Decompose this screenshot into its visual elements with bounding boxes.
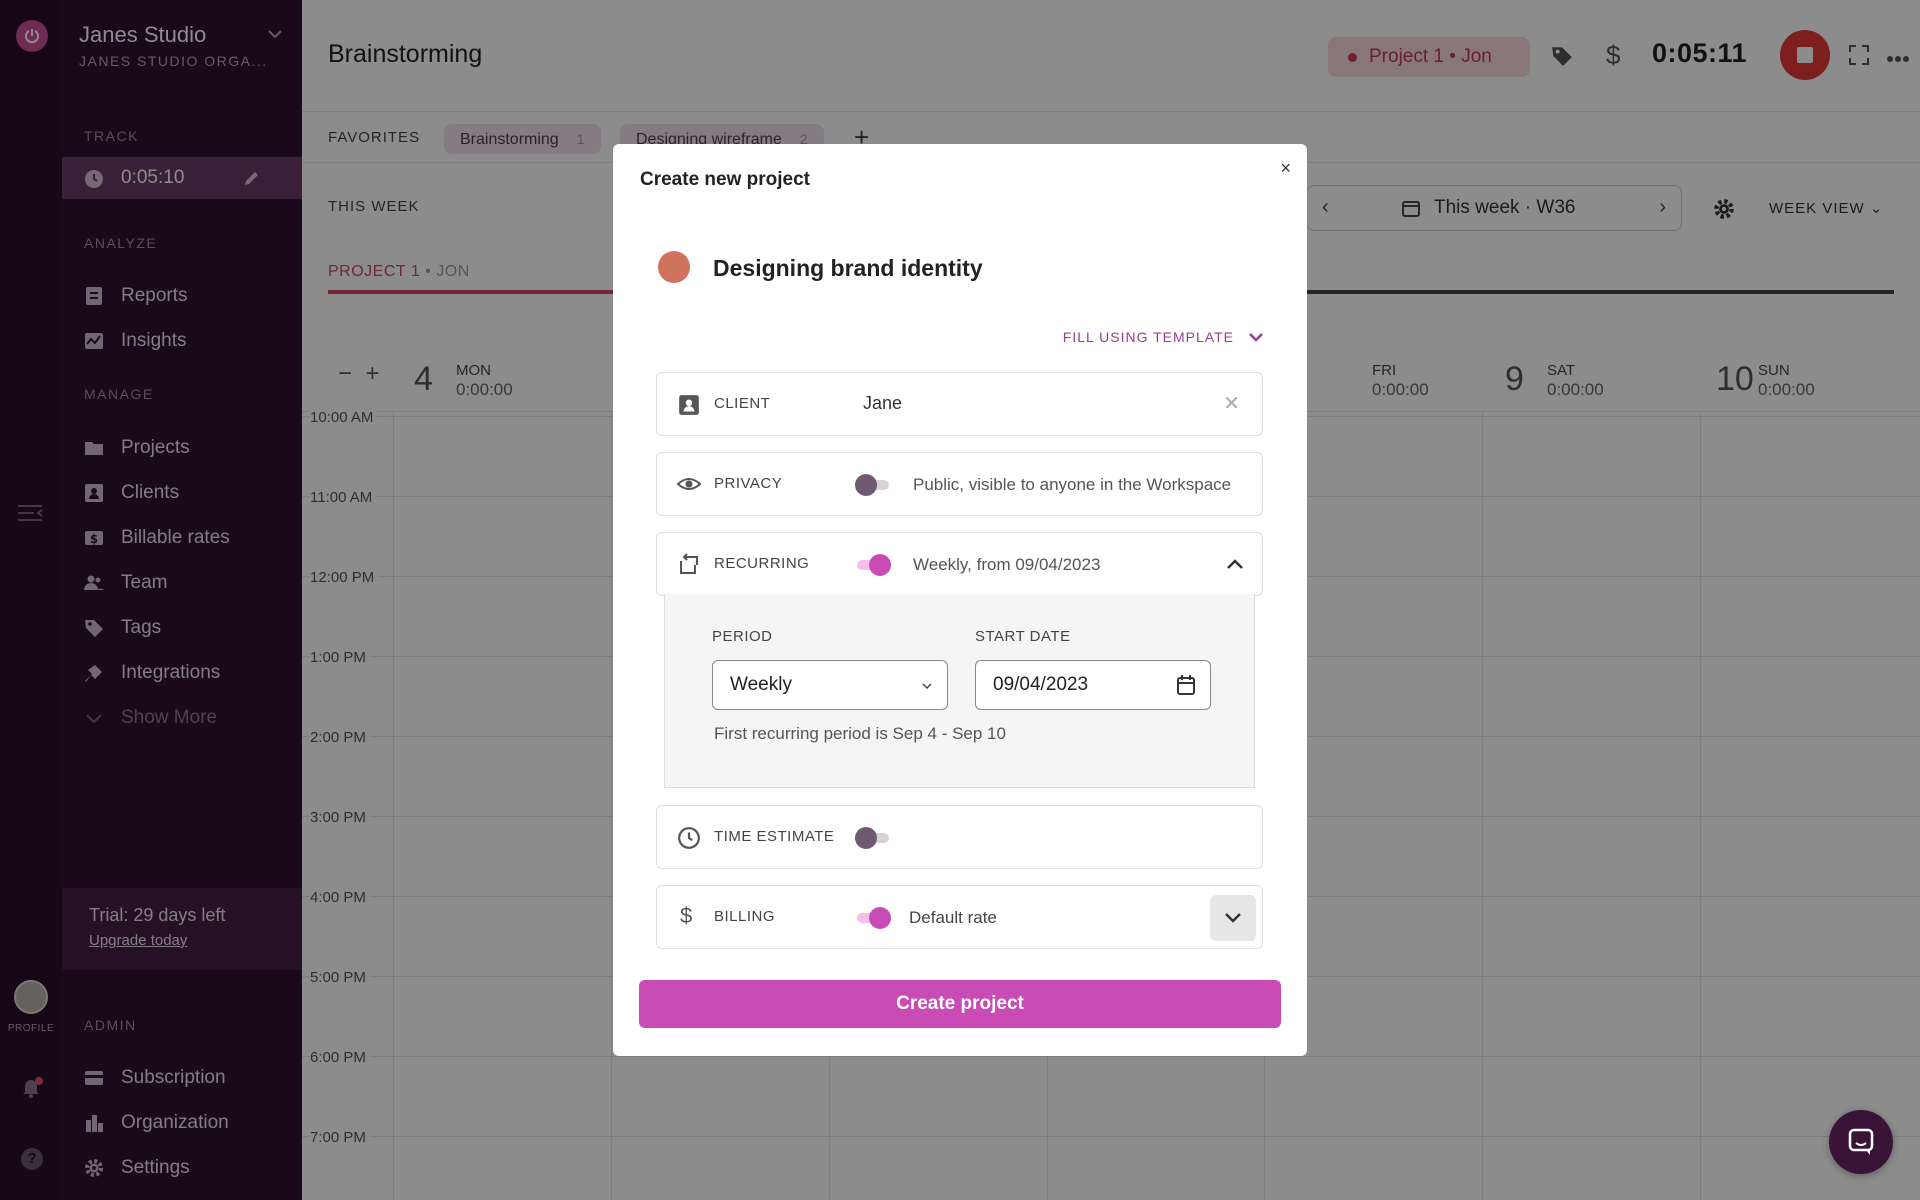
recurring-field[interactable]: RECURRING Weekly, from 09/04/2023 — [656, 532, 1263, 596]
repeat-icon — [677, 553, 701, 582]
time-estimate-toggle[interactable] — [855, 827, 891, 849]
calendar-icon[interactable] — [1176, 674, 1196, 701]
start-date-value: 09/04/2023 — [993, 674, 1089, 695]
eye-icon — [676, 473, 702, 500]
modal-title: Create new project — [640, 169, 810, 190]
recurring-text: Weekly, from 09/04/2023 — [913, 555, 1101, 574]
client-icon — [677, 393, 701, 422]
chevron-up-icon[interactable] — [1226, 557, 1244, 575]
client-label: CLIENT — [714, 395, 771, 412]
client-value: Jane — [863, 393, 903, 413]
period-select[interactable]: Weekly — [712, 660, 948, 710]
time-estimate-field: TIME ESTIMATE — [656, 805, 1263, 869]
period-value: Weekly — [730, 674, 792, 695]
client-field[interactable]: CLIENT Jane ✕ — [656, 372, 1263, 436]
chat-support-button[interactable] — [1829, 1110, 1893, 1174]
start-date-input[interactable]: 09/04/2023 — [975, 660, 1211, 710]
chevron-down-icon — [921, 677, 933, 695]
recurring-options-panel: PERIOD START DATE Weekly 09/04/2023 Firs… — [664, 594, 1255, 788]
create-project-modal: Create new project × Designing brand ide… — [613, 144, 1307, 1056]
close-icon[interactable]: × — [1280, 158, 1291, 179]
time-estimate-label: TIME ESTIMATE — [714, 828, 835, 845]
create-project-button[interactable]: Create project — [639, 980, 1281, 1028]
billing-label: BILLING — [714, 908, 776, 925]
billing-field: $ BILLING Default rate — [656, 885, 1263, 949]
project-name-input[interactable]: Designing brand identity — [713, 255, 983, 282]
chevron-down-icon — [1248, 329, 1264, 345]
period-label: PERIOD — [712, 628, 773, 645]
billing-text: Default rate — [909, 908, 997, 927]
fill-template-dropdown[interactable]: FILL USING TEMPLATE — [1063, 329, 1264, 345]
recurring-toggle[interactable] — [855, 554, 891, 576]
privacy-text: Public, visible to anyone in the Workspa… — [913, 475, 1232, 494]
privacy-label: PRIVACY — [714, 475, 783, 492]
billing-expand-button[interactable] — [1210, 895, 1256, 941]
recurring-label: RECURRING — [714, 555, 810, 572]
clear-client-icon[interactable]: ✕ — [1223, 391, 1240, 416]
privacy-field: PRIVACY Public, visible to anyone in the… — [656, 452, 1263, 516]
privacy-toggle[interactable] — [855, 474, 891, 496]
fill-template-label: FILL USING TEMPLATE — [1062, 329, 1234, 345]
project-color-picker[interactable] — [658, 251, 690, 283]
recurring-period-note: First recurring period is Sep 4 - Sep 10 — [714, 724, 1006, 743]
clock-icon — [677, 826, 701, 855]
billing-toggle[interactable] — [855, 907, 891, 929]
dollar-icon: $ — [680, 903, 693, 928]
start-date-label: START DATE — [975, 628, 1071, 645]
